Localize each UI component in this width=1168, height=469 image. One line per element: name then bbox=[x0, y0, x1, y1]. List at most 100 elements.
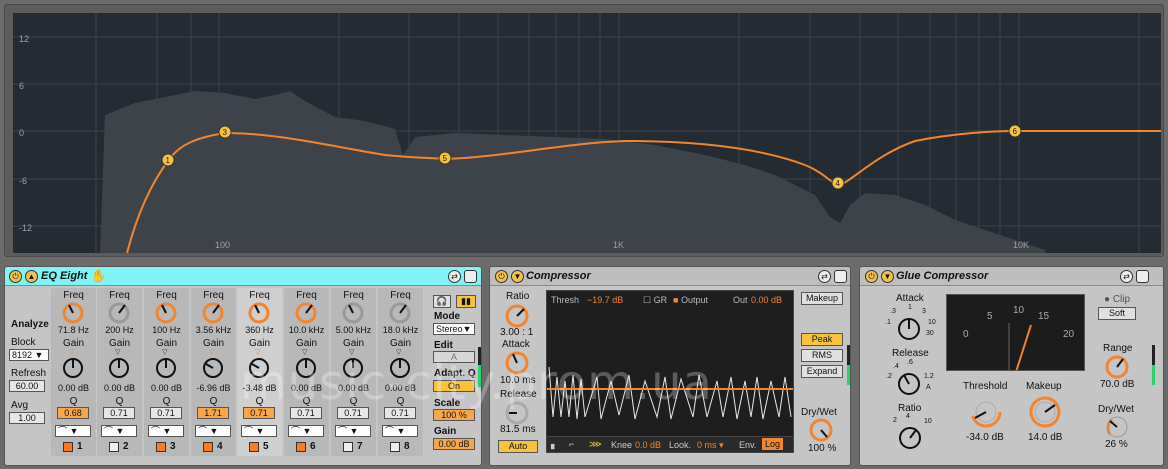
band-point-3[interactable]: 3 bbox=[218, 125, 232, 139]
glue-range-knob[interactable] bbox=[1104, 354, 1130, 380]
refresh-field[interactable]: 60.00 bbox=[9, 380, 45, 392]
avg-field[interactable]: 1.00 bbox=[9, 412, 45, 424]
filter-type-select[interactable]: ⌒ ▼ bbox=[148, 425, 184, 437]
filter-type-select[interactable]: ⌒ ▼ bbox=[335, 425, 371, 437]
output-toggle[interactable]: ■ Output bbox=[673, 295, 708, 305]
glue-threshold-label: Threshold bbox=[963, 381, 1008, 392]
save-preset-icon[interactable] bbox=[1136, 270, 1149, 283]
compressor-header[interactable]: ⏻ ▼ Compressor ⇄ bbox=[490, 267, 850, 286]
dry-wet-knob[interactable] bbox=[808, 417, 834, 443]
collapse-icon[interactable]: ▲ bbox=[25, 270, 38, 283]
band-enable-checkbox[interactable] bbox=[249, 442, 259, 452]
collapse-icon[interactable]: ▼ bbox=[881, 270, 894, 283]
q-label: Q bbox=[162, 396, 171, 407]
filter-type-select[interactable]: ⌒ ▼ bbox=[241, 425, 277, 437]
filter-type-select[interactable]: ⌒ ▼ bbox=[382, 425, 418, 437]
q-field[interactable]: 1.71 bbox=[197, 407, 229, 419]
expand-button[interactable]: Expand bbox=[801, 365, 843, 378]
makeup-button[interactable]: Makeup bbox=[801, 292, 843, 305]
freq-value: 360 Hz bbox=[245, 325, 274, 335]
view-collapsed-icon[interactable]: ▖ bbox=[551, 439, 558, 450]
band-enable-checkbox[interactable] bbox=[203, 442, 213, 452]
freq-tick-label: 100 bbox=[215, 240, 230, 250]
tick-label: 1.2 bbox=[924, 373, 934, 380]
knee-value[interactable]: 0.0 dB bbox=[635, 440, 661, 450]
filter-type-select[interactable]: ⌒ ▼ bbox=[288, 425, 324, 437]
output-gain-field[interactable]: 0.00 dB bbox=[433, 438, 475, 450]
band-enable-checkbox[interactable] bbox=[296, 442, 306, 452]
glue-header[interactable]: ⏻ ▼ Glue Compressor ⇄ bbox=[860, 267, 1163, 286]
mode-select[interactable]: Stereo▼ bbox=[433, 323, 475, 335]
db-tick-label: -12 bbox=[19, 223, 32, 233]
freq-knob[interactable] bbox=[388, 301, 412, 325]
q-field[interactable]: 0.71 bbox=[103, 407, 135, 419]
gain-arrow-icon: ▽ bbox=[115, 349, 121, 356]
q-field[interactable]: 0.71 bbox=[150, 407, 182, 419]
band-point-4[interactable]: 4 bbox=[831, 176, 845, 190]
freq-knob[interactable] bbox=[107, 301, 131, 325]
band-enable-checkbox[interactable] bbox=[156, 442, 166, 452]
band-enable-checkbox[interactable] bbox=[63, 442, 73, 452]
freq-knob[interactable] bbox=[294, 301, 318, 325]
band-enable-checkbox[interactable] bbox=[390, 442, 400, 452]
freq-knob[interactable] bbox=[201, 301, 225, 325]
ratio-label: Ratio bbox=[506, 291, 530, 302]
peak-button[interactable]: Peak bbox=[801, 333, 843, 346]
filter-type-select[interactable]: ⌒ ▼ bbox=[101, 425, 137, 437]
glue-threshold-knob[interactable] bbox=[969, 395, 1003, 429]
power-icon[interactable]: ⏻ bbox=[495, 270, 508, 283]
gain-arrow-icon: ▽ bbox=[162, 349, 168, 356]
gain-knob[interactable] bbox=[201, 356, 225, 380]
band-point-5[interactable]: 5 bbox=[438, 151, 452, 165]
gain-knob[interactable] bbox=[61, 356, 85, 380]
glue-release-knob[interactable] bbox=[896, 371, 922, 397]
band-enable-checkbox[interactable] bbox=[109, 442, 119, 452]
spectrum-toggle-button[interactable]: ▮▮ bbox=[456, 295, 476, 308]
gain-label: Gain bbox=[434, 426, 457, 437]
power-icon[interactable]: ⏻ bbox=[865, 270, 878, 283]
filter-type-select[interactable]: ⌒ ▼ bbox=[55, 425, 91, 437]
rms-button[interactable]: RMS bbox=[801, 349, 843, 362]
save-preset-icon[interactable] bbox=[464, 270, 477, 283]
band-enable-checkbox[interactable] bbox=[343, 442, 353, 452]
spectrum-graph[interactable]: 12 6 0 -6 -12 100 1K 10K 1 3 5 4 6 bbox=[5, 5, 1165, 258]
freq-knob[interactable] bbox=[61, 301, 85, 325]
view-transfer-icon[interactable]: ⌐ bbox=[569, 439, 574, 449]
collapse-icon[interactable]: ▼ bbox=[511, 270, 524, 283]
power-icon[interactable]: ⏻ bbox=[9, 270, 22, 283]
view-activity-icon[interactable]: ⋙ bbox=[589, 439, 602, 450]
hot-swap-icon[interactable]: ⇄ bbox=[1120, 270, 1133, 283]
band-point-6[interactable]: 6 bbox=[1008, 124, 1022, 138]
headphones-button[interactable]: 🎧 bbox=[433, 295, 451, 308]
eq-spectrum-display[interactable]: 12 6 0 -6 -12 100 1K 10K 1 3 5 4 6 bbox=[4, 4, 1164, 257]
save-preset-icon[interactable] bbox=[834, 270, 847, 283]
gr-toggle[interactable]: ☐ GR bbox=[643, 295, 667, 306]
glue-attack-knob[interactable] bbox=[896, 316, 922, 342]
glue-drywet-knob[interactable] bbox=[1104, 414, 1130, 440]
gain-knob[interactable] bbox=[154, 356, 178, 380]
hot-swap-icon[interactable]: ⇄ bbox=[448, 270, 461, 283]
freq-knob[interactable] bbox=[154, 301, 178, 325]
thresh-value[interactable]: −19.7 dB bbox=[587, 295, 623, 305]
ratio-knob[interactable] bbox=[504, 303, 530, 329]
band-point-1[interactable]: 1 bbox=[161, 153, 175, 167]
filter-type-select[interactable]: ⌒ ▼ bbox=[195, 425, 231, 437]
freq-knob[interactable] bbox=[247, 301, 271, 325]
glue-ratio-knob[interactable] bbox=[897, 425, 923, 451]
compressor-display-footer: ▖ ⌐ ⋙ Knee 0.0 dB Look. 0 ms ▾ Env. Log bbox=[547, 436, 793, 452]
gain-knob[interactable] bbox=[107, 356, 131, 380]
lookahead-select[interactable]: 0 ms ▾ bbox=[697, 440, 724, 451]
hot-swap-icon[interactable]: ⇄ bbox=[818, 270, 831, 283]
svg-text:3: 3 bbox=[223, 128, 228, 137]
band-number: 4 bbox=[217, 441, 223, 452]
freq-knob[interactable] bbox=[341, 301, 365, 325]
freq-tick-label: 1K bbox=[613, 240, 624, 250]
q-field[interactable]: 0.68 bbox=[57, 407, 89, 419]
tick-label: 10 bbox=[924, 418, 932, 425]
log-button[interactable]: Log bbox=[762, 438, 784, 450]
auto-release-button[interactable]: Auto bbox=[498, 440, 538, 453]
glue-makeup-knob[interactable] bbox=[1028, 395, 1062, 429]
block-select[interactable]: 8192 ▼ bbox=[9, 349, 49, 361]
eq-eight-header[interactable]: ⏻ ▲ EQ Eight ✋ ⇄ bbox=[5, 267, 481, 286]
soft-clip-button[interactable]: Soft bbox=[1098, 307, 1136, 320]
